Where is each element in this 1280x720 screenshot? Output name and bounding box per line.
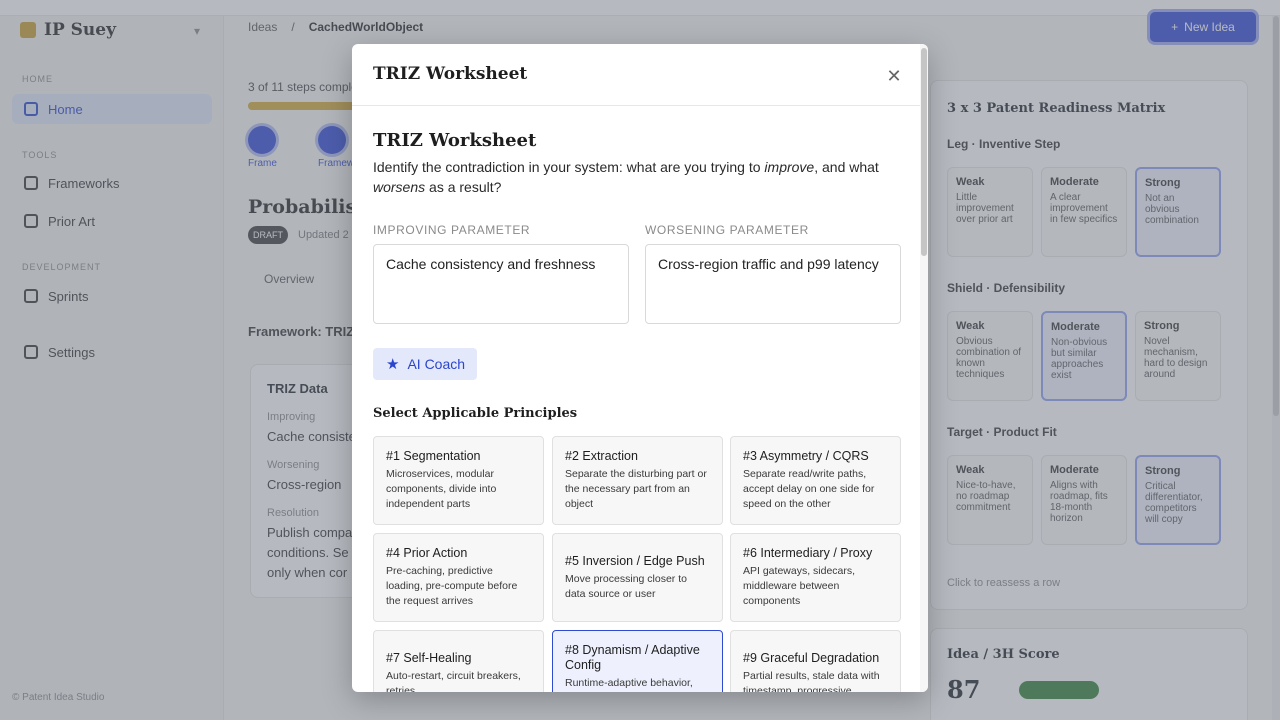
principle-title: #9 Graceful Degradation <box>743 650 880 665</box>
principle-desc: Runtime-adaptive behavior, feature flags <box>565 677 693 689</box>
intro-emphasis: improve <box>764 159 815 175</box>
intro-text: Identify the contradiction in your syste… <box>373 159 765 175</box>
principle-card-6[interactable]: #6 Intermediary / Proxy API gateways, si… <box>730 533 901 622</box>
intro-text: , and what <box>814 159 879 175</box>
principle-card-1[interactable]: #1 Segmentation Microservices, modular c… <box>373 436 544 525</box>
close-icon: ✕ <box>886 66 902 86</box>
principles-title: Select Applicable Principles <box>373 406 578 421</box>
improving-parameter-label: Improving Parameter <box>373 223 531 237</box>
intro-text: as a result? <box>425 179 502 195</box>
principle-desc: Move processing closer to data source or… <box>565 572 687 600</box>
principle-desc: Microservices, modular components, divid… <box>386 468 497 510</box>
principle-card-9[interactable]: #9 Graceful Degradation Partial results,… <box>730 630 901 692</box>
principle-title: #4 Prior Action <box>386 546 468 560</box>
principle-desc: Separate the disturbing part or the nece… <box>565 468 707 510</box>
worsening-parameter-label: Worsening Parameter <box>645 223 809 237</box>
star-icon: ★ <box>386 356 400 373</box>
principle-title: #1 Segmentation <box>386 449 481 463</box>
worksheet-intro: Identify the contradiction in your syste… <box>373 157 901 197</box>
principle-title: #3 Asymmetry / CQRS <box>743 449 869 463</box>
principle-desc: API gateways, sidecars, middleware betwe… <box>743 565 856 607</box>
principle-desc: Separate read/write paths, accept delay … <box>743 468 875 510</box>
ai-coach-button[interactable]: ★ AI Coach <box>373 348 478 380</box>
intro-emphasis: worsens <box>373 179 426 195</box>
principle-title: #7 Self-Healing <box>386 650 472 665</box>
improving-parameter-input[interactable]: Cache consistency and freshness <box>373 244 629 324</box>
principle-title: #6 Intermediary / Proxy <box>743 546 873 560</box>
modal-title: TRIZ Worksheet <box>373 64 528 84</box>
worksheet-title: TRIZ Worksheet <box>373 130 537 151</box>
principle-desc: Auto-restart, circuit breakers, retries <box>386 669 521 693</box>
triz-worksheet-modal: TRIZ Worksheet ✕ TRIZ Worksheet Identify… <box>352 44 928 692</box>
principle-card-2[interactable]: #2 Extraction Separate the disturbing pa… <box>552 436 723 525</box>
modal-header: TRIZ Worksheet ✕ <box>352 44 928 106</box>
principle-card-7[interactable]: #7 Self-Healing Auto-restart, circuit br… <box>373 630 544 692</box>
principle-card-4[interactable]: #4 Prior Action Pre-caching, predictive … <box>373 533 544 622</box>
principle-desc: Pre-caching, predictive loading, pre-com… <box>386 565 518 607</box>
principle-card-3[interactable]: #3 Asymmetry / CQRS Separate read/write … <box>730 436 901 525</box>
modal-scrollbar[interactable] <box>920 44 928 692</box>
principle-title: #8 Dynamism / Adaptive Config <box>565 643 700 672</box>
ai-coach-label: AI Coach <box>407 356 466 372</box>
principle-desc: Partial results, stale data with timesta… <box>743 669 880 693</box>
principle-card-5[interactable]: #5 Inversion / Edge Push Move processing… <box>552 533 723 622</box>
principle-card-8-selected[interactable]: #8 Dynamism / Adaptive Config Runtime-ad… <box>552 630 723 692</box>
close-button[interactable]: ✕ <box>884 66 904 86</box>
modal-scrollbar-thumb[interactable] <box>921 48 927 256</box>
principle-title: #5 Inversion / Edge Push <box>565 553 705 568</box>
worsening-parameter-input[interactable]: Cross-region traffic and p99 latency <box>645 244 901 324</box>
principle-title: #2 Extraction <box>565 449 638 463</box>
